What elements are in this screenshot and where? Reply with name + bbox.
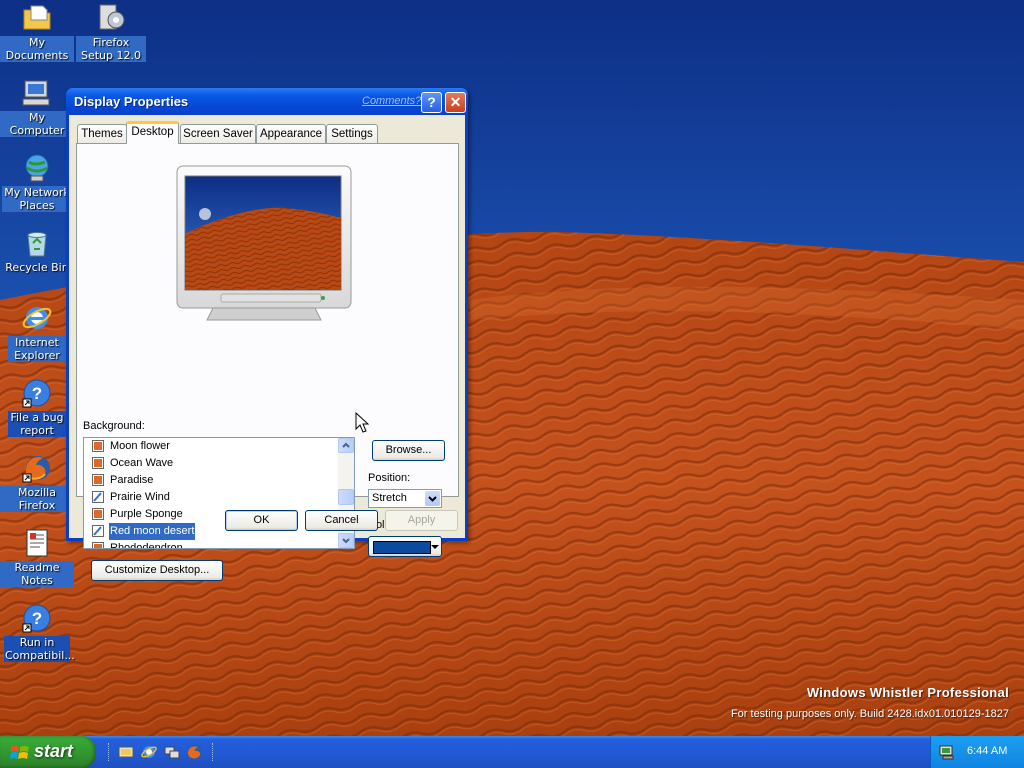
desktop-icon-label: Run in Compatibil...	[4, 636, 75, 662]
list-item-label: Rhododendron	[110, 542, 183, 549]
firefox-icon[interactable]	[187, 744, 203, 760]
browse-button[interactable]: Browse...	[372, 440, 445, 461]
taskbar: start 6:44 AM	[0, 736, 1024, 768]
list-item-label: Ocean Wave	[110, 457, 174, 469]
desktop-icon-label: Mozilla Firefox	[0, 486, 74, 512]
desktop-icon-label: My Computer	[0, 111, 74, 137]
display-properties-dialog: Display Properties Comments? ? ✕ Themes …	[66, 88, 468, 581]
list-item-label: Paradise	[110, 474, 154, 486]
scroll-thumb[interactable]	[338, 489, 354, 505]
watermark-title: Windows Whistler Professional	[806, 685, 1009, 700]
windows-logo-icon	[10, 746, 29, 759]
paint-file-icon	[92, 491, 104, 503]
desktop-icon-label: Internet Explorer	[8, 336, 66, 362]
installer-icon	[99, 4, 125, 30]
svg-text:?: ?	[32, 384, 42, 403]
desktop-icon-my-computer[interactable]: My Computer	[0, 77, 74, 137]
ok-button[interactable]: OK	[225, 510, 298, 531]
desktop-icon-label: Recycle Bin	[5, 261, 69, 274]
position-select[interactable]: Stretch	[368, 489, 442, 508]
background-list[interactable]: Moon flower Ocean Wave Paradise Prairie …	[83, 437, 355, 549]
dropdown-arrow-icon	[431, 545, 439, 549]
list-scrollbar[interactable]	[338, 438, 354, 548]
watermark-build: For testing purposes only. Build 2428.id…	[730, 708, 1009, 720]
close-button[interactable]: ✕	[445, 92, 466, 113]
desktop-icon-mozilla-firefox[interactable]: Mozilla Firefox	[0, 452, 74, 512]
dialog-client-area: Themes Desktop Screen Saver Appearance S…	[69, 115, 465, 581]
title-bar[interactable]: Display Properties Comments? ? ✕	[66, 88, 468, 115]
position-label: Position:	[368, 472, 411, 484]
firefox-icon	[22, 456, 50, 483]
desktop-icon-label: File a bug report	[8, 411, 66, 437]
desktop-icon-readme-notes[interactable]: Readme Notes	[0, 527, 74, 587]
image-file-icon	[92, 508, 104, 520]
image-file-icon	[92, 542, 104, 548]
desktop-icon-my-network-places[interactable]: My Network Places	[0, 152, 74, 212]
desktop-icon-label: Readme Notes	[0, 561, 74, 587]
desktop-icon-file-a-bug[interactable]: ? File a bug report	[0, 377, 74, 437]
list-item-label: Moon flower	[110, 440, 170, 452]
computer-icon	[22, 80, 50, 106]
monitor-preview	[176, 165, 352, 321]
list-item-label: Red moon desert	[107, 522, 197, 541]
svg-text:?: ?	[32, 609, 42, 628]
chevron-up-icon	[342, 442, 350, 448]
desktop-icon-internet-explorer[interactable]: Internet Explorer	[0, 302, 74, 362]
internet-explorer-icon	[22, 307, 52, 329]
network-icon	[25, 154, 49, 182]
folder-icon	[23, 5, 51, 30]
desktop-icon-run-in-compatibility[interactable]: ? Run in Compatibil...	[0, 602, 75, 662]
recycle-bin-icon	[27, 232, 47, 257]
tab-themes[interactable]: Themes	[77, 124, 127, 143]
network-connection-icon[interactable]	[164, 744, 180, 760]
scroll-down-button[interactable]	[338, 533, 354, 548]
tab-appearance[interactable]: Appearance	[256, 124, 326, 143]
paint-file-icon	[92, 525, 104, 537]
help-button[interactable]: ?	[421, 92, 442, 113]
background-label: Background:	[83, 420, 145, 432]
apply-button[interactable]: Apply	[385, 510, 458, 531]
show-desktop-icon[interactable]	[118, 744, 134, 760]
desktop-icon-firefox-setup[interactable]: Firefox Setup 12.0	[74, 2, 148, 62]
color-picker-button[interactable]	[368, 536, 442, 557]
scroll-up-button[interactable]	[338, 438, 354, 453]
internet-explorer-icon[interactable]	[141, 744, 157, 760]
tab-screen-saver[interactable]: Screen Saver	[180, 124, 256, 143]
list-item-label: Purple Sponge	[110, 508, 183, 520]
position-dropdown-button[interactable]	[425, 491, 440, 506]
image-file-icon	[92, 440, 104, 452]
taskbar-grip	[212, 743, 215, 761]
chevron-down-icon	[428, 496, 437, 502]
desktop-icon-my-documents[interactable]: My Documents	[0, 2, 74, 62]
desktop-icon-label: My Documents	[0, 36, 74, 62]
help-shortcut-icon: ?	[22, 379, 51, 408]
position-select-value: Stretch	[372, 492, 407, 504]
cancel-button[interactable]: Cancel	[305, 510, 378, 531]
taskbar-grip	[108, 743, 111, 761]
desktop-icon-label: My Network Places	[2, 186, 72, 212]
color-swatch	[373, 541, 431, 554]
document-icon	[26, 529, 48, 557]
customize-desktop-button[interactable]: Customize Desktop...	[91, 560, 223, 581]
start-label: start	[34, 741, 74, 761]
clock[interactable]: 6:44 AM	[967, 745, 1007, 757]
list-item-label: Prairie Wind	[110, 491, 170, 503]
tray-network-icon[interactable]	[939, 744, 957, 760]
image-file-icon	[92, 474, 104, 486]
desktop-icon-recycle-bin[interactable]: Recycle Bin	[0, 227, 74, 274]
help-shortcut-icon: ?	[22, 604, 51, 633]
desktop-icon-label: Firefox Setup 12.0	[76, 36, 146, 62]
chevron-down-icon	[342, 538, 350, 544]
mouse-cursor-icon	[355, 412, 369, 433]
tab-settings[interactable]: Settings	[326, 124, 378, 143]
tab-desktop[interactable]: Desktop	[126, 121, 179, 144]
image-file-icon	[92, 457, 104, 469]
dialog-title: Display Properties	[74, 94, 189, 109]
system-tray: 6:44 AM	[930, 736, 1024, 768]
comments-link[interactable]: Comments?	[362, 95, 421, 107]
start-button[interactable]: start	[0, 736, 96, 768]
